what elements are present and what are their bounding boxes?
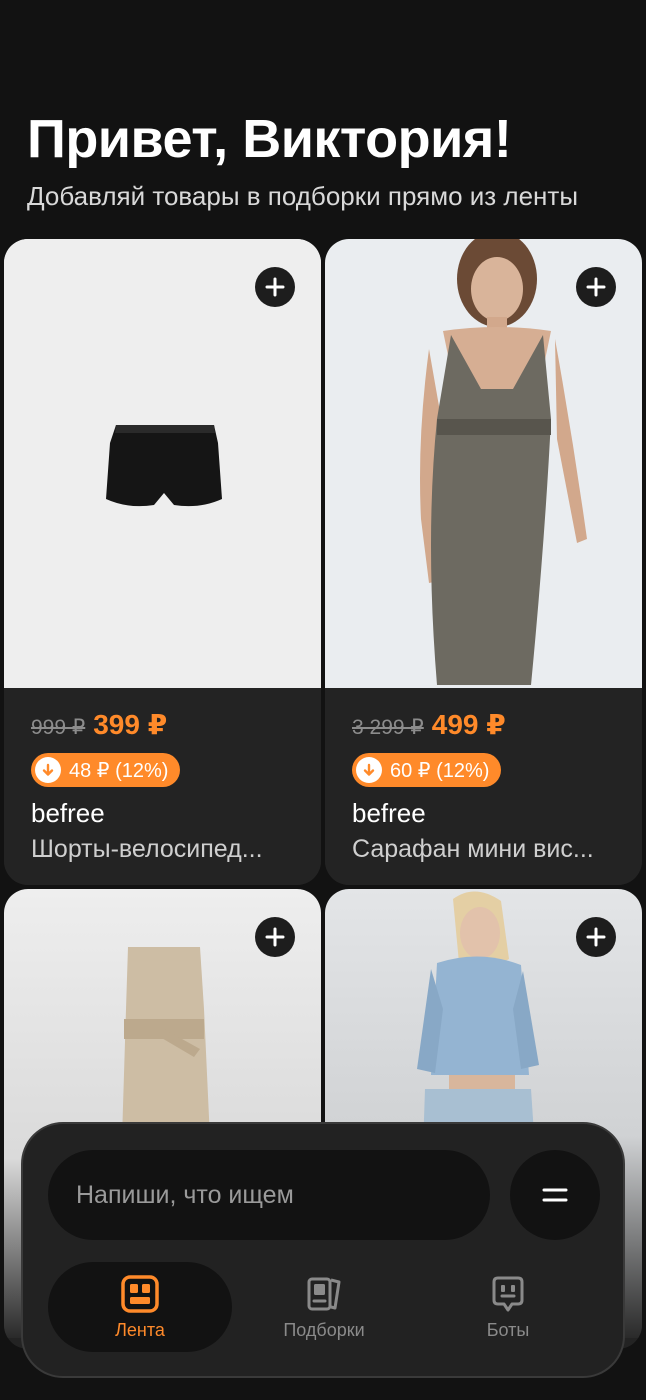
bottom-dock: Лента Подборки Боты <box>21 1122 625 1378</box>
plus-icon <box>586 927 606 947</box>
old-price: 3 299 ₽ <box>352 716 424 739</box>
discount-badge: 48 ₽ (12%) <box>31 753 181 787</box>
product-card[interactable]: 999 ₽ 399 ₽ 48 ₽ (12%) befree Шорты-вело… <box>4 239 321 885</box>
product-brand: befree <box>31 798 105 828</box>
discount-badge: 60 ₽ (12%) <box>352 753 502 787</box>
discount-text: 48 ₽ (12%) <box>69 759 169 782</box>
arrow-down-icon <box>35 757 61 783</box>
plus-icon <box>265 927 285 947</box>
tab-bots[interactable]: Боты <box>416 1262 600 1352</box>
product-info: 999 ₽ 399 ₽ 48 ₽ (12%) befree Шорты-вело… <box>4 688 321 885</box>
price-row: 3 299 ₽ 499 ₽ <box>352 708 506 741</box>
plus-icon <box>586 277 606 297</box>
old-price: 999 ₽ <box>31 716 86 739</box>
add-to-collection-button[interactable] <box>576 917 616 957</box>
tab-collections[interactable]: Подборки <box>232 1262 416 1352</box>
bots-icon <box>492 1276 524 1311</box>
feed-icon <box>121 1274 159 1313</box>
add-to-collection-button[interactable] <box>255 267 295 307</box>
menu-icon <box>542 1188 568 1202</box>
product-info: 3 299 ₽ 499 ₽ 60 ₽ (12%) befree Сарафан … <box>325 688 642 885</box>
current-price: 399 ₽ <box>93 709 168 740</box>
search-bar[interactable] <box>48 1150 490 1240</box>
product-name: Шорты-велосипед... <box>31 835 263 863</box>
arrow-down-icon <box>356 757 382 783</box>
add-to-collection-button[interactable] <box>576 267 616 307</box>
add-to-collection-button[interactable] <box>255 917 295 957</box>
discount-text: 60 ₽ (12%) <box>390 759 490 782</box>
product-name: Сарафан мини вис... <box>352 835 594 863</box>
search-input[interactable] <box>76 1180 456 1210</box>
greeting-subtitle: Добавляй товары в подборки прямо из лент… <box>27 181 579 211</box>
greeting-title: Привет, Виктория! <box>27 109 512 169</box>
tab-label: Подборки <box>283 1319 365 1340</box>
price-row: 999 ₽ 399 ₽ <box>31 708 167 741</box>
tab-feed[interactable]: Лента <box>48 1262 232 1352</box>
plus-icon <box>265 277 285 297</box>
menu-button[interactable] <box>510 1150 600 1240</box>
tab-label: Лента <box>115 1319 165 1340</box>
feed-screen: Привет, Виктория! Добавляй товары в подб… <box>0 0 646 1400</box>
product-brand: befree <box>352 798 426 828</box>
product-card[interactable]: 3 299 ₽ 499 ₽ 60 ₽ (12%) befree Сарафан … <box>325 239 642 885</box>
current-price: 499 ₽ <box>431 709 506 740</box>
collections-icon <box>307 1277 341 1310</box>
tab-label: Боты <box>486 1319 530 1340</box>
